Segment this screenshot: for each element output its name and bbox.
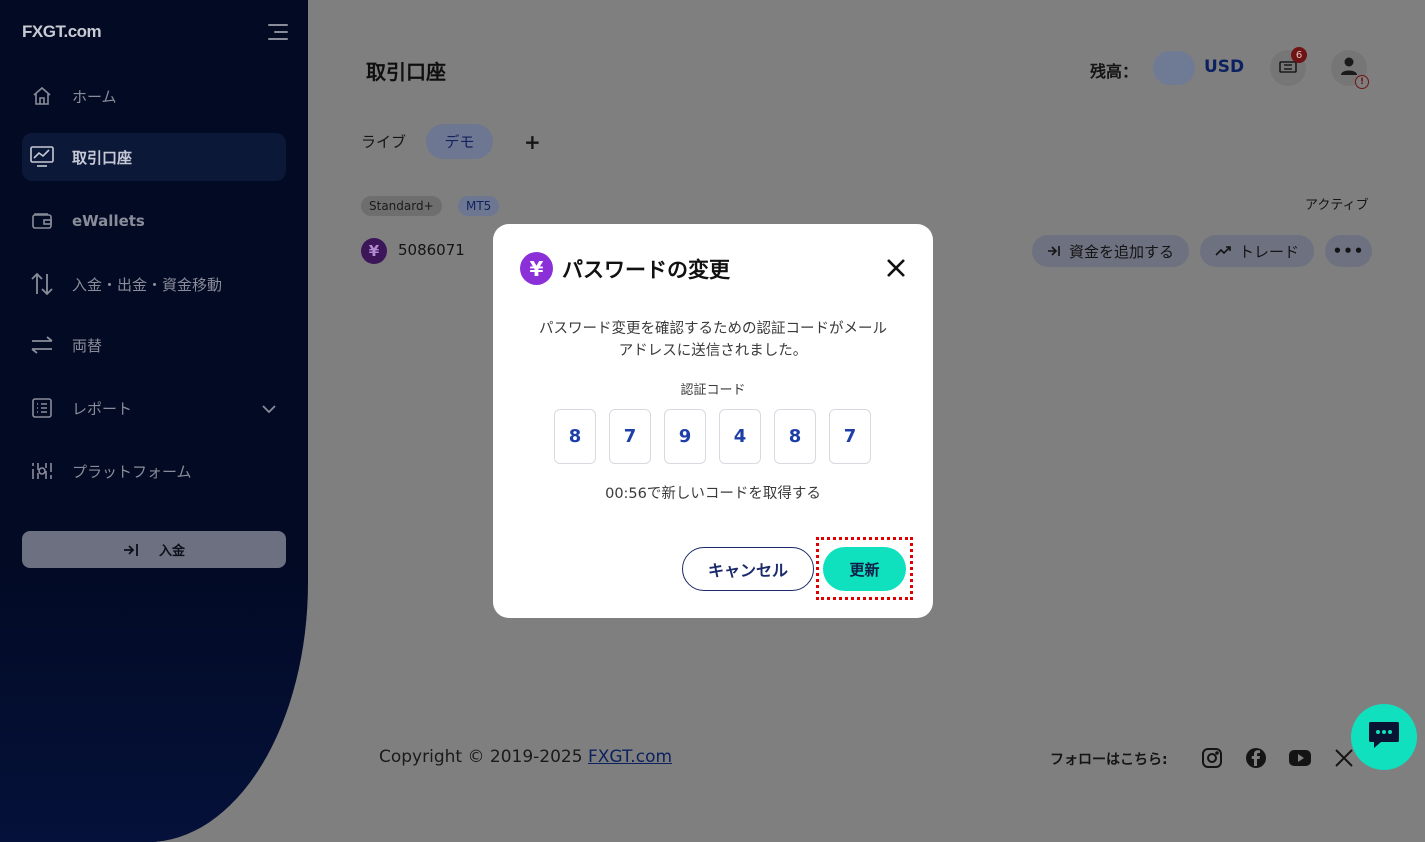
login-arrow-icon [123, 543, 139, 557]
report-icon [30, 396, 54, 420]
logo[interactable]: FXGT.com [22, 22, 102, 42]
add-account-button[interactable]: + [524, 124, 541, 159]
youtube-icon[interactable] [1288, 746, 1312, 770]
code-digit-input[interactable]: 7 [829, 409, 871, 464]
close-icon[interactable] [885, 257, 907, 279]
update-button[interactable]: 更新 [823, 547, 906, 591]
follow-label: フォローはこちら: [1050, 752, 1168, 768]
cancel-button[interactable]: キャンセル [682, 547, 814, 591]
sidebar-item-transfers[interactable]: 入金・出金・資金移動 [22, 260, 286, 308]
sidebar-item-label: 両替 [72, 336, 103, 355]
menu-toggle-icon[interactable] [264, 22, 288, 42]
trend-up-icon [1215, 246, 1231, 256]
logo-suffix: .com [63, 22, 102, 41]
user-icon [1340, 56, 1358, 80]
yen-icon: ¥ [520, 252, 553, 285]
sidebar-item-label: 取引口座 [72, 148, 133, 167]
sidebar-item-label: 入金・出金・資金移動 [72, 275, 223, 294]
deposit-button-label: 入金 [158, 544, 185, 559]
sidebar-item-label: eWallets [72, 212, 145, 230]
dialog-message-line1: パスワード変更を確認するための認証コードがメール [539, 321, 887, 337]
yen-icon: ¥ [361, 238, 387, 264]
chevron-down-icon[interactable] [262, 400, 276, 418]
more-options-button[interactable]: ••• [1325, 235, 1372, 267]
notification-badge: 6 [1291, 47, 1307, 63]
add-funds-button[interactable]: 資金を追加する [1032, 235, 1189, 267]
balance-label: 残高： [1090, 62, 1139, 81]
login-arrow-icon [1047, 245, 1061, 257]
alert-icon: ! [1355, 75, 1369, 89]
account-type-badge: Standard+ [361, 196, 442, 216]
code-digit-input[interactable]: 4 [719, 409, 761, 464]
code-digit-input[interactable]: 9 [664, 409, 706, 464]
balance-value-placeholder [1153, 51, 1195, 85]
dialog-message: パスワード変更を確認するための認証コードがメール アドレスに送信されました。 [513, 318, 913, 362]
trade-label: トレード [1238, 242, 1299, 261]
transfer-icon [30, 272, 54, 296]
x-icon[interactable] [1332, 746, 1356, 770]
sidebar-item-home[interactable]: ホーム [22, 72, 286, 120]
platform-badge: MT5 [458, 196, 500, 216]
sidebar-gradient [0, 560, 308, 842]
logo-brand: GT [42, 22, 64, 41]
sidebar-item-platform[interactable]: プラットフォーム [22, 447, 286, 495]
wallet-icon [30, 209, 54, 233]
account-number: 5086071 [398, 241, 465, 259]
copyright-text: Copyright © 2019-2025 [379, 747, 588, 767]
sidebar-item-label: レポート [72, 399, 133, 418]
trade-button[interactable]: トレード [1200, 235, 1314, 267]
resend-code-timer: 00:56で新しいコードを取得する [605, 486, 821, 502]
password-change-dialog: ¥ パスワードの変更 パスワード変更を確認するための認証コードがメール アドレス… [493, 224, 933, 618]
code-label: 認証コード [680, 383, 746, 398]
sidebar-item-ewallets[interactable]: eWallets [22, 197, 286, 245]
currency-label[interactable]: USD [1204, 57, 1244, 77]
tab-demo[interactable]: デモ [426, 124, 493, 159]
status-badge: アクティブ [1305, 198, 1369, 213]
home-icon [30, 84, 54, 108]
sidebar-item-label: ホーム [72, 87, 117, 106]
platform-icon [30, 459, 54, 483]
sidebar: FXGT.com ホーム 取引口座 eWallets 入金・出金・資金移動 両替… [0, 0, 308, 842]
instagram-icon[interactable] [1200, 746, 1224, 770]
code-digit-input[interactable]: 8 [554, 409, 596, 464]
sidebar-item-label: プラットフォーム [72, 462, 192, 481]
dialog-title: パスワードの変更 [562, 258, 730, 282]
page-title: 取引口座 [366, 60, 446, 84]
code-digit-input[interactable]: 8 [774, 409, 816, 464]
sidebar-item-accounts[interactable]: 取引口座 [22, 133, 286, 181]
chart-icon [30, 145, 54, 169]
facebook-icon[interactable] [1244, 746, 1268, 770]
footer-link[interactable]: FXGT.com [588, 747, 672, 767]
dialog-message-line2: アドレスに送信されました。 [618, 343, 808, 359]
logo-prefix: FX [22, 22, 43, 41]
chat-button[interactable] [1351, 704, 1417, 770]
tab-live[interactable]: ライブ [361, 124, 406, 159]
add-funds-label: 資金を追加する [1068, 242, 1174, 261]
sidebar-item-reports[interactable]: レポート [22, 384, 286, 432]
deposit-button[interactable]: 入金 [22, 531, 286, 568]
exchange-icon [30, 333, 54, 357]
copyright: Copyright © 2019-2025 FXGT.com [379, 747, 672, 767]
chat-icon [1367, 720, 1401, 754]
sidebar-item-exchange[interactable]: 両替 [22, 321, 286, 369]
code-digit-input[interactable]: 7 [609, 409, 651, 464]
